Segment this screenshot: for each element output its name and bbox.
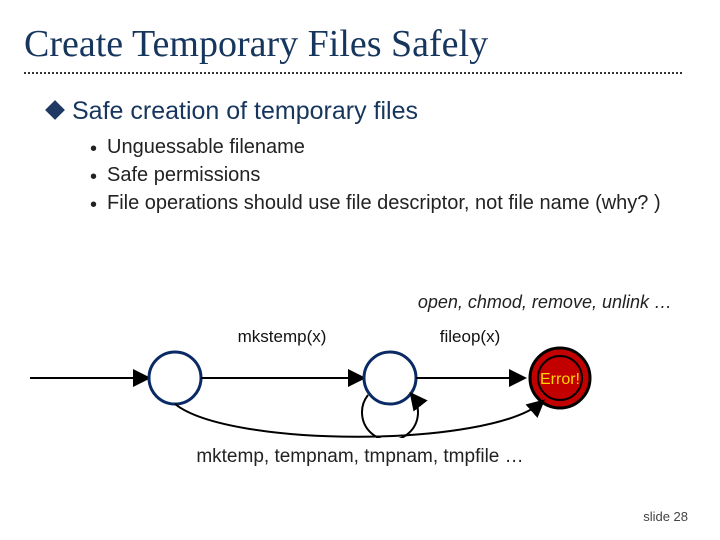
- edge-label-fileop: fileop(x): [440, 327, 500, 346]
- sub-bullet: • File operations should use file descri…: [90, 190, 690, 218]
- state-machine-diagram: mkstemp(x) fileop(x) Error!: [30, 318, 670, 438]
- sub-bullet: • Safe permissions: [90, 162, 690, 190]
- bypass-functions-label: mktemp, tempnam, tmpnam, tmpfile …: [0, 446, 720, 468]
- bullet-icon: •: [90, 192, 97, 218]
- sub-bullet-text: File operations should use file descript…: [107, 190, 661, 216]
- edge-label-mkstemp: mkstemp(x): [238, 327, 327, 346]
- state-error: Error!: [530, 348, 590, 408]
- sub-bullet-text: Safe permissions: [107, 162, 260, 188]
- diamond-icon: [45, 100, 65, 120]
- bullet-icon: •: [90, 136, 97, 162]
- error-label: Error!: [540, 371, 580, 388]
- slide: Create Temporary Files Safely Safe creat…: [0, 0, 720, 540]
- state-mid: [364, 352, 416, 404]
- slide-number: slide 28: [643, 509, 688, 524]
- main-bullet: Safe creation of temporary files: [48, 96, 690, 126]
- slide-title: Create Temporary Files Safely: [24, 22, 690, 66]
- state-start: [149, 352, 201, 404]
- bypass-arc: [175, 402, 542, 437]
- sub-bullet-text: Unguessable filename: [107, 134, 305, 160]
- main-bullet-text: Safe creation of temporary files: [72, 96, 418, 126]
- title-rule: [24, 72, 684, 74]
- sub-bullet: • Unguessable filename: [90, 134, 690, 162]
- bullet-icon: •: [90, 164, 97, 190]
- annotation-open-chmod: open, chmod, remove, unlink …: [418, 292, 672, 313]
